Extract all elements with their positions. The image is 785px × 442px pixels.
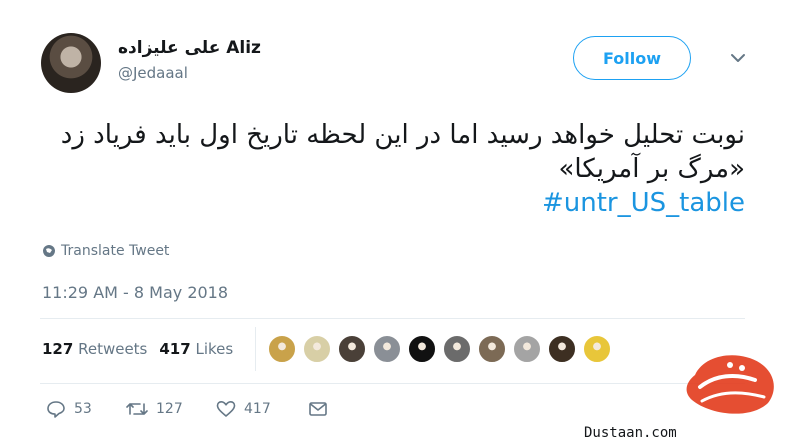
tweet-body: نوبت تحلیل خواهد رسید اما در این لحظه تا…: [60, 120, 745, 184]
liker-avatar[interactable]: [268, 335, 296, 363]
retweets-label: Retweets: [78, 340, 148, 358]
globe-icon: [43, 245, 55, 257]
retweet-count: 127: [156, 401, 183, 417]
liker-avatars: [268, 335, 618, 363]
liker-avatar[interactable]: [513, 335, 541, 363]
liker-avatar[interactable]: [373, 335, 401, 363]
retweet-icon: [126, 403, 148, 415]
stats-separator: [255, 327, 256, 371]
retweets-stat[interactable]: 127 Retweets: [42, 340, 147, 358]
retweets-count: 127: [42, 340, 74, 358]
translate-tweet-link[interactable]: Translate Tweet: [42, 243, 169, 259]
tweet-stats: 127 Retweets 417 Likes: [42, 340, 233, 358]
liker-avatar[interactable]: [478, 335, 506, 363]
avatar[interactable]: [41, 33, 101, 93]
liker-avatar[interactable]: [548, 335, 576, 363]
display-name[interactable]: علی علیزاده Aliz: [118, 38, 261, 58]
liker-avatar[interactable]: [408, 335, 436, 363]
reply-icon: [47, 401, 65, 418]
likes-count: 417: [159, 340, 191, 358]
user-handle[interactable]: @Jedaaal: [118, 64, 188, 82]
direct-message-button[interactable]: [308, 400, 328, 418]
envelope-icon: [309, 402, 327, 416]
hashtag-link[interactable]: #untr_US_table: [25, 186, 745, 220]
chevron-down-icon[interactable]: [729, 52, 747, 64]
heart-icon: [216, 401, 236, 417]
likes-stat[interactable]: 417 Likes: [159, 340, 233, 358]
liker-avatar[interactable]: [338, 335, 366, 363]
reply-button[interactable]: 53: [46, 400, 126, 418]
retweet-button[interactable]: 127: [126, 400, 216, 418]
liker-avatar[interactable]: [303, 335, 331, 363]
like-button[interactable]: 417: [216, 400, 308, 418]
watermark-domain: Dustaan.com: [584, 425, 677, 441]
liker-avatar[interactable]: [443, 335, 471, 363]
action-bar: 53 127 417: [46, 400, 328, 418]
timestamp[interactable]: 11:29 AM - 8 May 2018: [42, 283, 228, 302]
like-count: 417: [244, 401, 271, 417]
reply-count: 53: [74, 401, 92, 417]
translate-label: Translate Tweet: [61, 243, 170, 259]
watermark-logo: Dustaan.com: [580, 355, 785, 442]
follow-button[interactable]: Follow: [573, 36, 691, 80]
divider: [40, 318, 745, 319]
likes-label: Likes: [195, 340, 234, 358]
tweet-text: نوبت تحلیل خواهد رسید اما در این لحظه تا…: [25, 118, 745, 220]
